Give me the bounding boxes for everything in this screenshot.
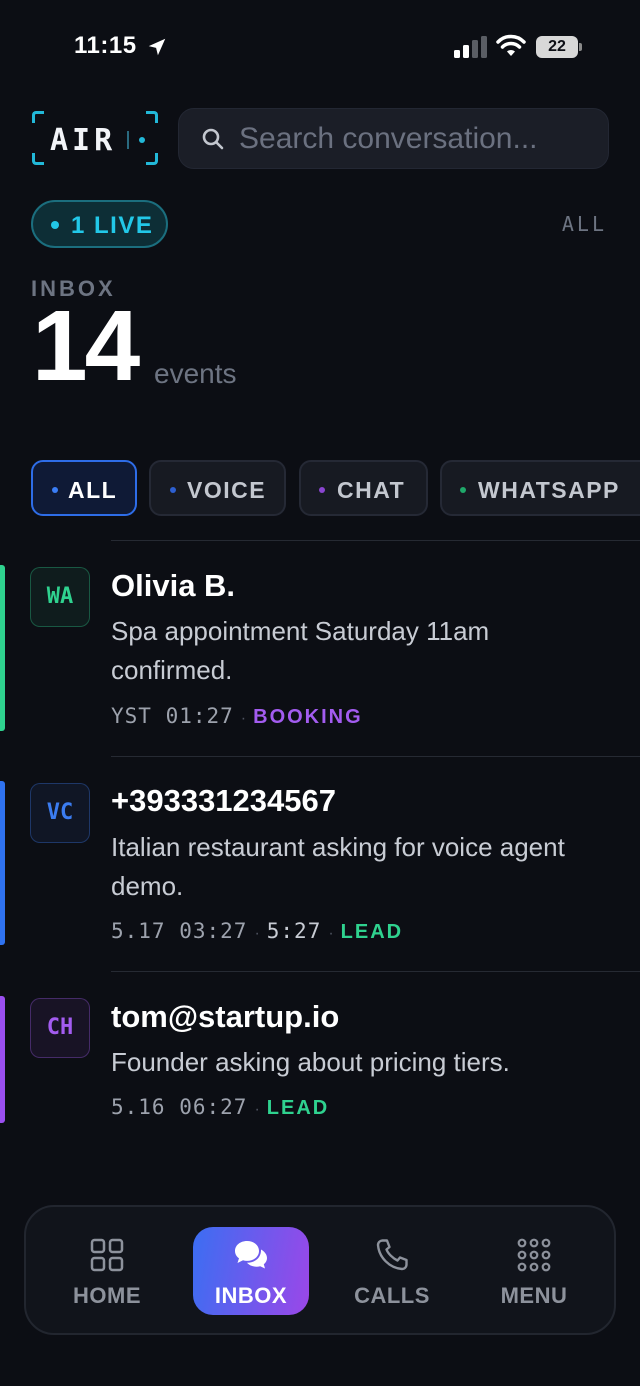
- conversation-meta: 5.16 06:27 · LEAD: [111, 1095, 330, 1119]
- logo-text: AIR: [50, 123, 117, 158]
- filter-chip-label: WHATSAPP: [478, 477, 620, 503]
- conversation-title: tom@startup.io: [111, 999, 340, 1034]
- filter-chip-all[interactable]: ALL: [31, 460, 137, 516]
- filter-whatsapp-dot: [460, 487, 466, 493]
- battery-level: 22: [536, 36, 578, 58]
- dots-grid-icon: [517, 1238, 551, 1272]
- conversation-meta: YST 01:27 · BOOKING: [111, 704, 363, 728]
- live-badge[interactable]: 1 LIVE: [31, 200, 168, 248]
- channel-tag: VC: [30, 783, 90, 843]
- live-dot: [51, 221, 59, 229]
- conversation-row[interactable]: CH tom@startup.io Founder asking about p…: [0, 972, 640, 1132]
- inbox-count: 14: [32, 290, 140, 402]
- conversation-date: YST 01:27: [111, 704, 234, 728]
- inbox-unit: events: [154, 358, 237, 389]
- conversation-title: Olivia B.: [111, 568, 236, 603]
- channel-tag: CH: [30, 998, 90, 1058]
- live-badge-label: 1 LIVE: [71, 212, 154, 239]
- filter-chip-whatsapp[interactable]: WHATSAPP: [440, 460, 640, 516]
- filter-chip-voice[interactable]: VOICE: [149, 460, 286, 516]
- row-accent: [0, 996, 5, 1123]
- filter-all-dot: [52, 487, 58, 493]
- all-link[interactable]: ALL: [562, 212, 607, 236]
- conversation-meta: 5.17 03:27 · 5:27 · LEAD: [111, 919, 404, 943]
- conversation-title: +393331234567: [111, 783, 336, 818]
- phone-icon: [376, 1239, 408, 1271]
- conversation-date: 5.17 03:27: [111, 919, 248, 943]
- conversation-preview: Italian restaurant asking for voice agen…: [111, 832, 565, 901]
- filter-chip-chat[interactable]: CHAT: [299, 460, 428, 516]
- filter-voice-dot: [170, 487, 176, 493]
- row-accent: [0, 565, 5, 731]
- row-accent: [0, 781, 5, 945]
- filter-chip-label: VOICE: [187, 477, 267, 503]
- filter-chip-label: ALL: [68, 477, 118, 503]
- nav-label: MENU: [500, 1283, 568, 1308]
- wifi-icon: [496, 34, 526, 56]
- filter-chat-dot: [319, 487, 325, 493]
- grid-icon: [90, 1238, 124, 1272]
- nav-label: HOME: [73, 1283, 141, 1308]
- channel-tag: WA: [30, 567, 90, 627]
- nav-inbox[interactable]: INBOX: [193, 1227, 309, 1315]
- logo-dot: [139, 137, 145, 143]
- conversation-row[interactable]: WA Olivia B. Spa appointment Saturday 11…: [0, 541, 640, 756]
- conversation-preview: Spa appointment Saturday 11am confirmed.: [111, 616, 490, 685]
- status-bar: 11:15 22: [0, 0, 640, 90]
- search-icon: [202, 128, 224, 150]
- conversation-date: 5.16 06:27: [111, 1095, 248, 1119]
- nav-calls[interactable]: CALLS: [334, 1227, 450, 1315]
- conversation-tag: LEAD: [266, 1097, 330, 1119]
- search-input[interactable]: [239, 121, 599, 157]
- status-time: 11:15: [74, 32, 137, 59]
- nav-label: CALLS: [354, 1283, 430, 1308]
- filter-chips: ALL VOICE CHAT WHATSAPP: [0, 460, 640, 516]
- app-logo[interactable]: AIR: [30, 109, 160, 167]
- nav-home[interactable]: HOME: [49, 1227, 165, 1315]
- nav-menu[interactable]: MENU: [476, 1227, 592, 1315]
- search-bar[interactable]: [178, 108, 609, 169]
- filter-chip-label: CHAT: [337, 477, 406, 503]
- conversation-preview: Founder asking about pricing tiers.: [111, 1047, 510, 1077]
- conversation-tag: LEAD: [340, 921, 404, 943]
- battery-icon: 22: [536, 36, 582, 58]
- chat-bubbles-icon: [235, 1241, 267, 1269]
- logo-divider: [127, 131, 129, 149]
- call-duration: 5:27: [266, 919, 322, 943]
- conversation-tag: BOOKING: [253, 706, 363, 728]
- cellular-signal-icon: [454, 36, 487, 58]
- bottom-nav: HOME INBOX CALLS MENU: [24, 1205, 616, 1335]
- location-arrow-icon: [148, 38, 166, 56]
- conversation-row[interactable]: VC +393331234567 Italian restaurant aski…: [0, 757, 640, 970]
- nav-label: INBOX: [214, 1283, 288, 1308]
